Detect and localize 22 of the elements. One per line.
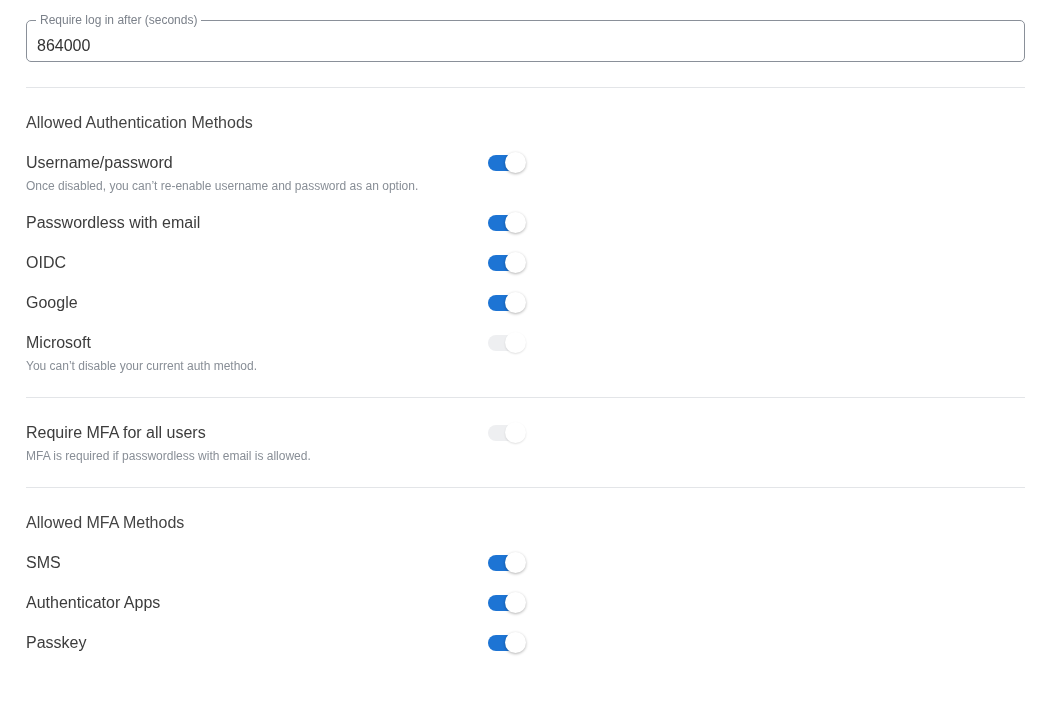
toggle-label: Microsoft [26, 333, 92, 353]
toggle-switch[interactable] [488, 292, 527, 314]
toggle-label: Username/password [26, 153, 174, 173]
toggle-switch[interactable] [488, 552, 527, 574]
toggle-label: Authenticator Apps [26, 593, 162, 613]
field-label: Require log in after (seconds) [36, 13, 202, 27]
section-heading: Allowed MFA Methods [26, 513, 186, 533]
helper-text: MFA is required if passwordless with email is allowed. [26, 449, 312, 463]
helper-text: You can’t disable your current auth method. [26, 359, 259, 373]
helper-text: Once disabled, you can’t re-enable username and password as an option. [26, 179, 420, 193]
toggle-switch[interactable] [488, 212, 527, 234]
toggle-label: Require MFA for all users [26, 423, 207, 443]
toggle-label: SMS [26, 553, 62, 573]
toggle-switch[interactable] [488, 592, 527, 614]
section-heading: Allowed Authentication Methods [26, 113, 254, 133]
toggle-label: Passkey [26, 633, 88, 653]
toggle-switch[interactable] [488, 152, 527, 174]
toggle-label: Passwordless with email [26, 213, 202, 233]
toggle-switch[interactable] [488, 632, 527, 654]
toggle-switch[interactable] [488, 252, 527, 274]
toggle-label: OIDC [26, 253, 67, 273]
toggle-label: Google [26, 293, 79, 313]
